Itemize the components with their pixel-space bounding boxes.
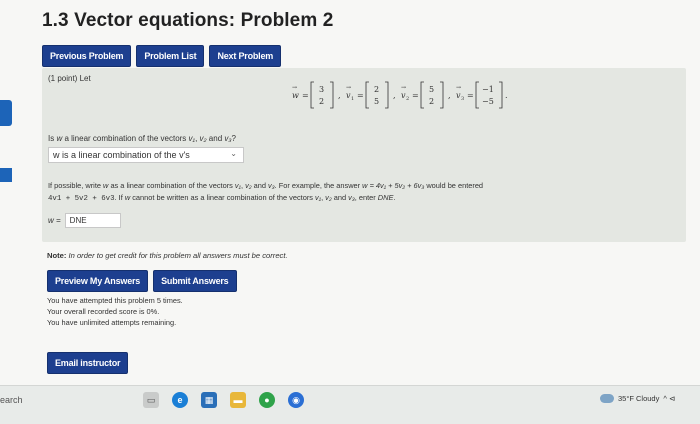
taskbar-apps: ▭ e ▦ ▬ ● ◉ [143,392,304,408]
v1-entry-2: 5 [374,97,379,106]
weather-text: 35°F Cloudy [618,394,660,403]
instructions-text: If possible, write w as a linear combina… [48,181,484,203]
svg-text:,: , [448,91,451,100]
svg-text:1: 1 [351,96,354,102]
side-edge-marker [0,100,12,126]
page-title: 1.3 Vector equations: Problem 2 [42,10,334,31]
example-equation: w = 4v₁ + 5v₂ + 6v₃ [362,181,425,190]
w-entry-1: 3 [319,85,324,94]
taskbar-search[interactable]: earch [0,395,23,405]
svg-text:2: 2 [406,96,409,102]
taskbar: earch ▭ e ▦ ▬ ● ◉ 35°F Cloudy ^ ⊲ [0,385,700,424]
v2-entry-2: 2 [429,97,434,106]
answer-buttons: Preview My Answers Submit Answers [47,270,237,292]
edge-icon[interactable]: e [172,392,188,408]
credit-note: Note: In order to get credit for this pr… [47,251,288,260]
svg-text:,: , [338,91,341,100]
svg-text:=: = [467,91,474,100]
email-instructor-button[interactable]: Email instructor [47,352,129,374]
svg-text:,: , [393,91,396,100]
recorded-score: Your overall recorded score is 0%. [47,307,160,316]
previous-problem-button[interactable]: Previous Problem [42,45,132,67]
dropdown-selected-value: w is a linear combination of the v's [53,150,190,160]
question-text: Is w a linear combination of the vectors… [48,134,236,143]
store-icon[interactable]: ▦ [201,392,217,408]
v3-entry-1: −1 [482,85,494,94]
svg-text:→: → [456,84,461,91]
side-edge-marker [0,168,12,182]
svg-text:=: = [412,91,419,100]
next-problem-button[interactable]: Next Problem [209,45,282,67]
svg-text:→: → [292,84,297,91]
v3-entry-2: −5 [482,97,494,106]
problem-page: 1.3 Vector equations: Problem 2 Previous… [0,0,700,385]
attempt-count: You have attempted this problem 5 times. [47,296,183,305]
svg-text:=: = [357,91,364,100]
w-entry-2: 2 [319,97,324,106]
chrome-icon[interactable]: ◉ [288,392,304,408]
w-symbol: w [292,91,299,100]
example-code: 4v1 + 5v2 + 6v3 [48,195,115,203]
vector-definitions: w → = 3 2 , v → 1 = 2 5 , v → 2 = 5 2 , … [292,81,508,109]
svg-text:→: → [401,84,406,91]
svg-text:3: 3 [461,96,464,102]
points-label: (1 point) Let [48,74,91,83]
spotify-icon[interactable]: ● [259,392,275,408]
task-view-icon[interactable]: ▭ [143,392,159,408]
attempt-status: You have attempted this problem 5 times.… [47,295,183,328]
preview-answers-button[interactable]: Preview My Answers [47,270,149,292]
attempts-remaining: You have unlimited attempts remaining. [47,318,177,327]
weather-widget[interactable]: 35°F Cloudy ^ ⊲ [600,394,675,403]
answer-input[interactable]: DNE [64,213,121,228]
svg-text:.: . [505,91,508,100]
problem-body: (1 point) Let w → = 3 2 , v → 1 = 2 5 , … [42,68,686,242]
submit-answers-button[interactable]: Submit Answers [153,270,237,292]
cloud-icon [600,394,614,403]
answer-row: w = DNE [48,213,121,228]
system-tray[interactable]: ^ ⊲ [663,394,675,403]
combination-dropdown[interactable]: w is a linear combination of the v's ⌄ [48,147,244,163]
v1-entry-1: 2 [374,85,379,94]
svg-text:=: = [302,91,309,100]
problem-list-button[interactable]: Problem List [136,45,205,67]
answer-label: w = [48,216,61,225]
svg-text:→: → [346,84,351,91]
v2-entry-1: 5 [429,85,434,94]
problem-navigation: Previous Problem Problem List Next Probl… [42,45,282,67]
chevron-down-icon: ⌄ [230,149,237,158]
file-explorer-icon[interactable]: ▬ [230,392,246,408]
